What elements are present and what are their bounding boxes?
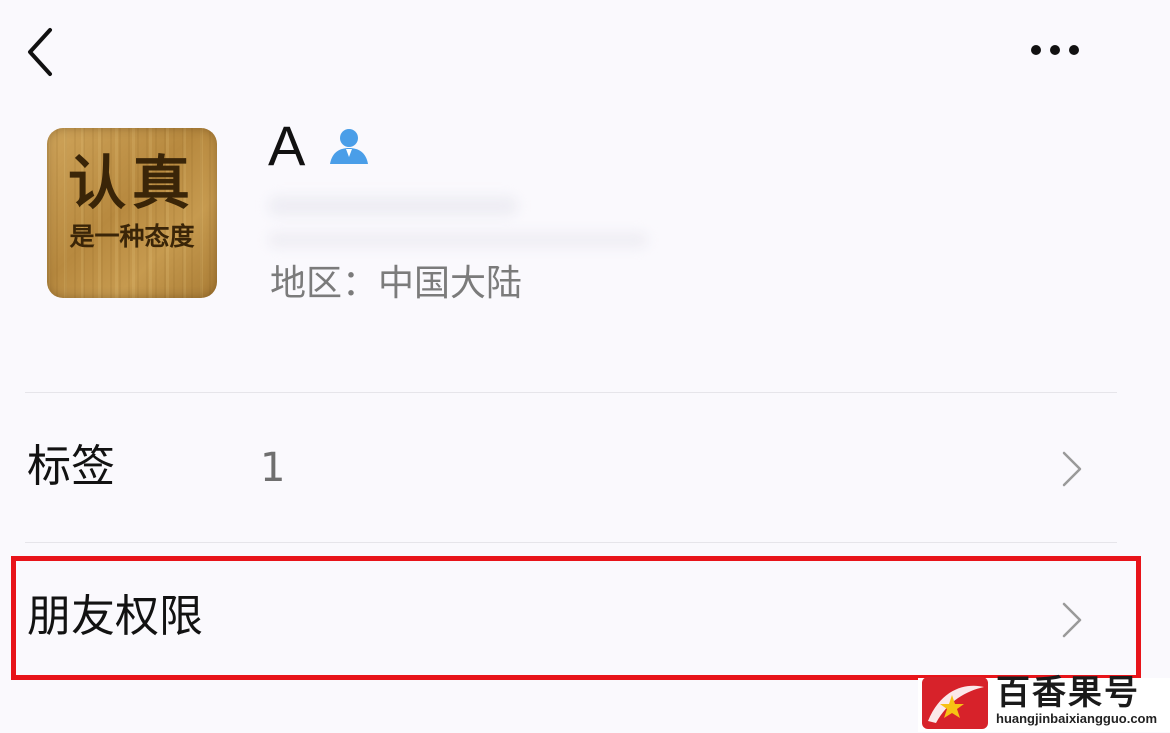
region-value: 中国大陆 (378, 263, 523, 304)
blurred-detail (268, 232, 648, 248)
blurred-detail (268, 196, 518, 216)
tags-row[interactable]: 标签 1 (0, 393, 1170, 543)
person-badge-icon (326, 126, 372, 166)
tags-value: 1 (260, 445, 286, 491)
chevron-right-icon (1060, 449, 1084, 489)
region-info: 地区：中国大陆 (270, 262, 522, 305)
avatar-text-large: 认真 (67, 149, 196, 217)
star-logo-icon (922, 677, 988, 729)
watermark-title: 百香果号 (996, 673, 1140, 713)
highlight-box (11, 556, 1141, 680)
back-icon[interactable] (24, 24, 58, 80)
tags-label: 标签 (27, 441, 115, 492)
avatar-text-small: 是一种态度 (69, 222, 195, 251)
region-label: 地区： (270, 263, 379, 304)
contact-name: A (268, 114, 306, 177)
more-icon[interactable] (1026, 40, 1084, 60)
watermark-url: huangjinbaixiangguo.com (996, 711, 1158, 726)
avatar[interactable]: 认真 是一种态度 (47, 128, 217, 298)
